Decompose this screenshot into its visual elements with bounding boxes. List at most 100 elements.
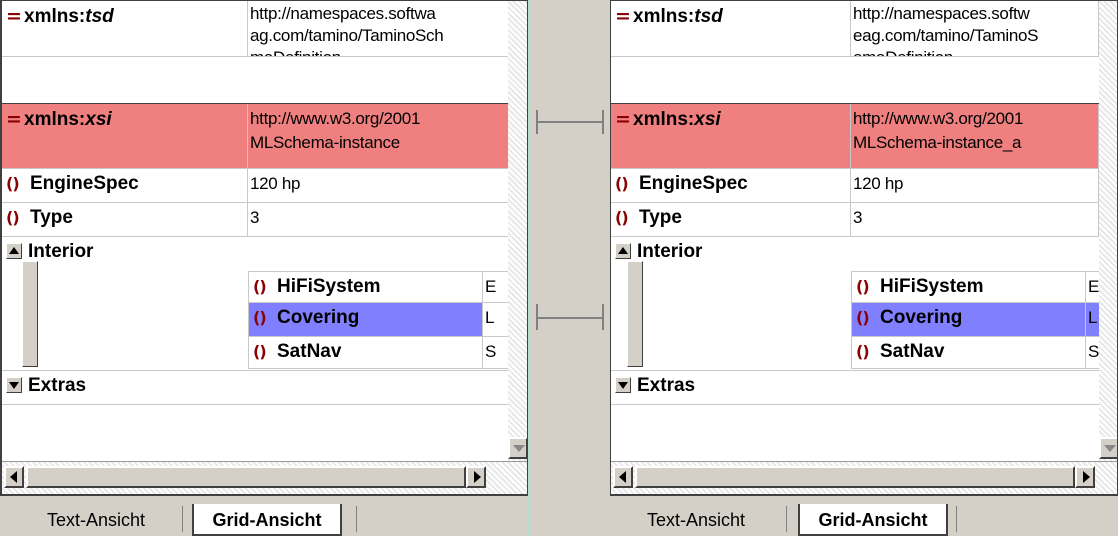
braces-icon: () bbox=[253, 277, 267, 296]
right-document-pane: = xmlns:tsd http://namespaces.softw eag.c… bbox=[610, 0, 1118, 536]
row-extras: Extras bbox=[611, 371, 1099, 405]
attr-name: tsd bbox=[694, 6, 723, 27]
equals-icon: = bbox=[615, 108, 631, 130]
scroll-thumb[interactable] bbox=[635, 466, 1075, 488]
braces-icon: () bbox=[856, 342, 870, 361]
braces-icon: () bbox=[6, 208, 20, 227]
element-value[interactable]: S bbox=[1086, 337, 1100, 368]
element-name: Covering bbox=[277, 307, 360, 328]
element-name: Type bbox=[639, 207, 682, 228]
collapse-bar[interactable] bbox=[627, 261, 643, 367]
element-value[interactable]: E bbox=[483, 272, 511, 302]
attr-value[interactable]: http://namespaces.softw eag.com/tamino/T… bbox=[851, 1, 1099, 56]
collapse-bar[interactable] bbox=[22, 261, 38, 367]
connector-covering bbox=[536, 304, 604, 330]
tab-separator bbox=[356, 506, 357, 532]
row-type[interactable]: () Type 3 bbox=[2, 203, 510, 237]
scroll-down-button[interactable] bbox=[1099, 437, 1117, 459]
attr-prefix: xmlns: bbox=[633, 109, 695, 130]
equals-icon: = bbox=[6, 108, 22, 130]
scroll-left-button[interactable] bbox=[4, 466, 24, 488]
left-grid-view: = xmlns:tsd http://namespaces.softwa ag.c… bbox=[0, 0, 528, 494]
attr-name: tsd bbox=[85, 6, 114, 27]
triangle-down-icon[interactable] bbox=[615, 377, 631, 393]
right-view-tabs: Text-Ansicht Grid-Ansicht bbox=[610, 494, 1118, 536]
row-interior: Interior () HiFiSystem E () Covering L () S… bbox=[2, 237, 511, 371]
tab-separator bbox=[182, 506, 183, 532]
right-grid-view: = xmlns:tsd http://namespaces.softw eag.c… bbox=[610, 0, 1118, 494]
row-satnav[interactable]: () SatNav S bbox=[248, 337, 511, 369]
element-value[interactable]: 3 bbox=[248, 203, 510, 236]
element-name: Extras bbox=[28, 375, 87, 396]
attr-value[interactable]: http://www.w3.org/2001 MLSchema-instance… bbox=[851, 104, 1099, 168]
row-xmlns-tsd[interactable]: = xmlns:tsd http://namespaces.softwa ag.c… bbox=[2, 1, 510, 57]
horizontal-scrollbar[interactable] bbox=[2, 461, 527, 494]
row-satnav[interactable]: () SatNav S bbox=[851, 337, 1100, 369]
row-xmlns-xsi[interactable]: = xmlns:xsi http://www.w3.org/2001 MLSche… bbox=[611, 103, 1099, 169]
row-xmlns-xsi[interactable]: = xmlns:xsi http://www.w3.org/2001 MLSche… bbox=[2, 103, 510, 169]
element-name: Type bbox=[30, 207, 73, 228]
element-name: EngineSpec bbox=[639, 173, 748, 194]
tab-grid-view[interactable]: Grid-Ansicht bbox=[192, 504, 342, 536]
vertical-scrollbar[interactable] bbox=[508, 1, 527, 461]
equals-icon: = bbox=[6, 5, 22, 27]
attr-name: xsi bbox=[694, 109, 721, 130]
triangle-up-icon[interactable] bbox=[615, 243, 631, 259]
triangle-down-icon[interactable] bbox=[6, 377, 22, 393]
tab-separator bbox=[786, 506, 787, 532]
element-name: Covering bbox=[880, 307, 963, 328]
braces-icon: () bbox=[253, 342, 267, 361]
scroll-right-button[interactable] bbox=[466, 466, 486, 488]
braces-icon: () bbox=[615, 208, 629, 227]
scroll-thumb[interactable] bbox=[26, 466, 466, 488]
row-hifisystem[interactable]: () HiFiSystem E bbox=[248, 271, 511, 303]
scroll-right-button[interactable] bbox=[1075, 466, 1095, 488]
scroll-down-button[interactable] bbox=[508, 437, 527, 459]
tab-separator bbox=[956, 506, 957, 532]
vertical-scrollbar[interactable] bbox=[1099, 1, 1117, 461]
element-value[interactable]: 120 hp bbox=[851, 169, 1099, 202]
row-xmlns-tsd[interactable]: = xmlns:tsd http://namespaces.softw eag.c… bbox=[611, 1, 1099, 57]
element-name: SatNav bbox=[277, 341, 342, 362]
element-value[interactable]: 120 hp bbox=[248, 169, 510, 202]
row-type[interactable]: () Type 3 bbox=[611, 203, 1099, 237]
equals-icon: = bbox=[615, 5, 631, 27]
left-view-tabs: Text-Ansicht Grid-Ansicht bbox=[0, 494, 528, 536]
diff-connector-gutter bbox=[528, 0, 610, 536]
horizontal-scrollbar[interactable] bbox=[611, 461, 1117, 494]
element-value[interactable]: L bbox=[483, 303, 511, 336]
element-value[interactable]: 3 bbox=[851, 203, 1099, 236]
element-value[interactable]: S bbox=[483, 337, 511, 368]
connector-xmlns-xsi bbox=[536, 110, 604, 134]
row-enginespec[interactable]: () EngineSpec 120 hp bbox=[611, 169, 1099, 203]
element-name: HiFiSystem bbox=[277, 276, 381, 297]
diff-connector-lines bbox=[536, 110, 604, 330]
triangle-up-icon[interactable] bbox=[6, 243, 22, 259]
scroll-left-button[interactable] bbox=[613, 466, 633, 488]
row-interior: Interior () HiFiSystem E () Covering L () S… bbox=[611, 237, 1100, 371]
braces-icon: () bbox=[615, 174, 629, 193]
left-document-pane: = xmlns:tsd http://namespaces.softwa ag.c… bbox=[0, 0, 528, 536]
row-enginespec[interactable]: () EngineSpec 120 hp bbox=[2, 169, 510, 203]
attr-prefix: xmlns: bbox=[24, 6, 86, 27]
tab-text-view[interactable]: Text-Ansicht bbox=[620, 504, 772, 536]
attr-prefix: xmlns: bbox=[24, 109, 86, 130]
attr-value[interactable]: http://www.w3.org/2001 MLSchema-instance bbox=[248, 104, 510, 168]
element-name: Extras bbox=[637, 375, 696, 396]
element-value[interactable]: E bbox=[1086, 272, 1100, 302]
tab-text-view[interactable]: Text-Ansicht bbox=[20, 504, 172, 536]
attr-name: xsi bbox=[85, 109, 112, 130]
element-name: HiFiSystem bbox=[880, 276, 984, 297]
braces-icon: () bbox=[253, 308, 267, 327]
braces-icon: () bbox=[6, 174, 20, 193]
element-name: SatNav bbox=[880, 341, 945, 362]
braces-icon: () bbox=[856, 308, 870, 327]
row-covering[interactable]: () Covering L bbox=[248, 303, 511, 337]
row-covering[interactable]: () Covering L bbox=[851, 303, 1100, 337]
element-name: Interior bbox=[637, 241, 703, 262]
element-value[interactable]: L bbox=[1086, 303, 1100, 336]
attr-value[interactable]: http://namespaces.softwa ag.com/tamino/T… bbox=[248, 1, 510, 56]
row-hifisystem[interactable]: () HiFiSystem E bbox=[851, 271, 1100, 303]
tab-grid-view[interactable]: Grid-Ansicht bbox=[798, 504, 948, 536]
braces-icon: () bbox=[856, 277, 870, 296]
